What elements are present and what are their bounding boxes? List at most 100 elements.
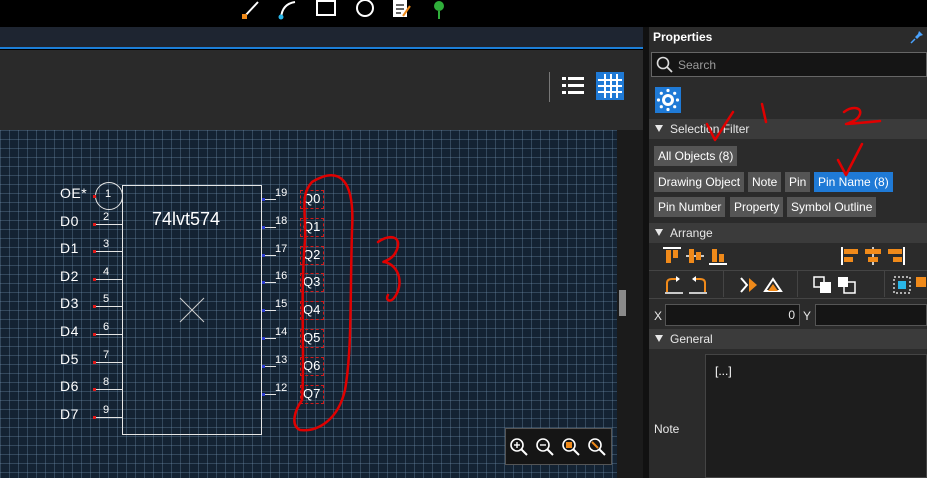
align-top-icon[interactable] bbox=[661, 246, 683, 266]
pin-endpoint[interactable] bbox=[262, 337, 265, 340]
pin-name-right[interactable]: Q4 bbox=[303, 302, 320, 317]
pin-endpoint[interactable] bbox=[262, 364, 265, 368]
zoom-fit-icon[interactable] bbox=[561, 437, 581, 457]
pin-name-right[interactable]: Q3 bbox=[303, 274, 320, 289]
pin-name-right[interactable]: Q1 bbox=[303, 219, 320, 234]
pin-endpoint[interactable] bbox=[93, 277, 96, 281]
pin-endpoint[interactable] bbox=[262, 198, 265, 201]
pin-endpoint[interactable] bbox=[93, 415, 96, 419]
pin-endpoint[interactable] bbox=[93, 250, 96, 254]
chip-all-objects[interactable]: All Objects (8) bbox=[654, 146, 738, 166]
rotate-left-icon[interactable] bbox=[663, 275, 685, 295]
rotate-right-icon[interactable] bbox=[687, 275, 709, 295]
pin-number-right[interactable]: 18 bbox=[275, 215, 287, 227]
pin-name-left[interactable]: D1 bbox=[60, 240, 79, 256]
pin-endpoint[interactable] bbox=[93, 333, 96, 336]
pin-number-left[interactable]: 1 bbox=[105, 188, 111, 200]
chip-symbol-outline[interactable]: Symbol Outline bbox=[787, 197, 877, 217]
pin-number-left[interactable]: 7 bbox=[103, 349, 109, 361]
pin-endpoint[interactable] bbox=[262, 225, 265, 229]
zoom-selection-icon[interactable] bbox=[587, 437, 607, 457]
ungroup-icon[interactable] bbox=[914, 275, 927, 295]
align-horizontal-center-icon[interactable] bbox=[862, 246, 884, 266]
pin-endpoint[interactable] bbox=[93, 360, 96, 364]
pin-endpoint[interactable] bbox=[93, 388, 96, 392]
pin-endpoint[interactable] bbox=[262, 253, 265, 257]
flip-horizontal-icon[interactable] bbox=[738, 275, 760, 295]
x-field[interactable]: 0 bbox=[665, 304, 800, 326]
chip-pin-name[interactable]: Pin Name (8) bbox=[814, 172, 893, 192]
pin-name-right[interactable]: Q6 bbox=[303, 358, 320, 373]
properties-search[interactable] bbox=[651, 52, 927, 77]
panel-title: Properties bbox=[653, 30, 713, 44]
arc-icon[interactable] bbox=[276, 0, 298, 20]
pin-tool-icon[interactable] bbox=[428, 0, 450, 20]
pin-endpoint[interactable] bbox=[93, 222, 96, 226]
align-right-icon[interactable] bbox=[885, 246, 907, 266]
align-bottom-icon[interactable] bbox=[707, 246, 729, 266]
pin-name-right[interactable]: Q0 bbox=[303, 191, 320, 206]
pin-number-right[interactable]: 16 bbox=[275, 270, 287, 282]
component-name[interactable]: 74lvt574 bbox=[152, 209, 220, 230]
flip-vertical-icon[interactable] bbox=[762, 275, 784, 295]
group-icon[interactable] bbox=[892, 275, 914, 295]
pin-number-right[interactable]: 15 bbox=[275, 298, 287, 310]
pin-endpoint[interactable] bbox=[93, 195, 96, 198]
arrange-vdivider bbox=[723, 271, 724, 297]
bring-forward-icon[interactable] bbox=[812, 275, 834, 295]
pin-number-right[interactable]: 19 bbox=[275, 187, 287, 199]
pin-name-right[interactable]: Q5 bbox=[303, 330, 320, 345]
pin-name-left[interactable]: D4 bbox=[60, 323, 79, 339]
pin-number-left[interactable]: 6 bbox=[103, 321, 109, 333]
chip-pin[interactable]: Pin bbox=[785, 172, 811, 192]
pin-name-left[interactable]: D5 bbox=[60, 351, 79, 367]
section-arrange[interactable]: Arrange bbox=[649, 223, 927, 243]
pin-endpoint[interactable] bbox=[262, 392, 265, 396]
rectangle-icon[interactable] bbox=[315, 0, 337, 20]
pin-name-left[interactable]: D3 bbox=[60, 295, 79, 311]
pin-name-left[interactable]: D0 bbox=[60, 213, 79, 229]
pin-number-right[interactable]: 14 bbox=[275, 326, 287, 338]
grid-view-icon[interactable] bbox=[596, 72, 624, 100]
zoom-in-icon[interactable] bbox=[509, 437, 529, 457]
line-icon[interactable] bbox=[240, 0, 262, 20]
note-field[interactable]: [...] bbox=[705, 354, 927, 478]
selection-filter-toggle-icon[interactable] bbox=[655, 87, 681, 113]
pin-number-left[interactable]: 9 bbox=[103, 404, 109, 416]
scrollbar-thumb[interactable] bbox=[619, 290, 626, 316]
y-field[interactable] bbox=[815, 304, 927, 326]
pin-name-left[interactable]: OE* bbox=[60, 185, 87, 201]
pin-name-left[interactable]: D2 bbox=[60, 268, 79, 284]
chip-note[interactable]: Note bbox=[748, 172, 782, 192]
note-icon[interactable] bbox=[390, 0, 412, 20]
pin-name-right[interactable]: Q2 bbox=[303, 247, 320, 262]
pin-number-left[interactable]: 2 bbox=[103, 211, 109, 223]
pin-panel-icon[interactable] bbox=[910, 30, 924, 44]
pin-number-left[interactable]: 5 bbox=[103, 293, 109, 305]
align-left-icon[interactable] bbox=[839, 246, 861, 266]
pin-endpoint[interactable] bbox=[262, 309, 265, 313]
chip-property[interactable]: Property bbox=[730, 197, 784, 217]
list-view-icon[interactable] bbox=[559, 72, 587, 100]
circle-icon[interactable] bbox=[354, 0, 376, 20]
pin-number-right[interactable]: 13 bbox=[275, 354, 287, 366]
pin-number-left[interactable]: 4 bbox=[103, 266, 109, 278]
pin-name-left[interactable]: D7 bbox=[60, 406, 79, 422]
zoom-out-icon[interactable] bbox=[535, 437, 555, 457]
pin-number-left[interactable]: 8 bbox=[103, 376, 109, 388]
pin-number-right[interactable]: 17 bbox=[275, 243, 287, 255]
zoom-controls bbox=[505, 428, 612, 465]
section-general[interactable]: General bbox=[649, 329, 927, 349]
pin-number-left[interactable]: 3 bbox=[103, 238, 109, 250]
chip-pin-number[interactable]: Pin Number bbox=[654, 197, 726, 217]
search-input[interactable] bbox=[678, 56, 918, 73]
chip-drawing-object[interactable]: Drawing Object bbox=[654, 172, 745, 192]
section-selection-filter[interactable]: Selection Filter bbox=[649, 119, 927, 139]
pin-number-right[interactable]: 12 bbox=[275, 382, 287, 394]
send-backward-icon[interactable] bbox=[836, 275, 858, 295]
pin-name-right[interactable]: Q7 bbox=[303, 386, 320, 401]
pin-endpoint[interactable] bbox=[262, 281, 265, 285]
align-vertical-center-icon[interactable] bbox=[684, 246, 706, 266]
pin-endpoint[interactable] bbox=[93, 305, 96, 309]
pin-name-left[interactable]: D6 bbox=[60, 378, 79, 394]
